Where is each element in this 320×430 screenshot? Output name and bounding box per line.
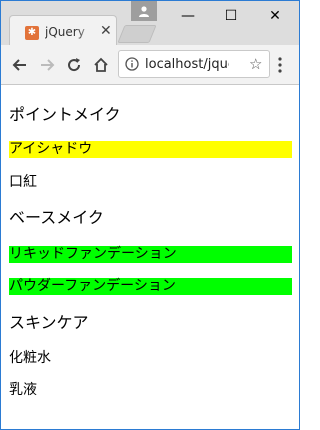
list-item: アイシャドウ: [9, 141, 292, 158]
info-icon[interactable]: [125, 57, 139, 71]
maximize-button[interactable]: ☐: [214, 5, 248, 27]
list-item: リキッドファンデーション: [9, 246, 292, 263]
profile-icon[interactable]: [131, 1, 157, 21]
minimize-button[interactable]: —: [171, 5, 205, 27]
list-item: 乳液: [9, 382, 37, 398]
forward-arrow-icon[interactable]: [38, 56, 56, 74]
favicon-icon: ✱: [25, 26, 39, 40]
url-text: localhost/jque: [145, 57, 229, 72]
browser-toolbar: localhost/jque ☆: [1, 45, 299, 85]
section-heading: ベースメイク: [9, 208, 104, 227]
section-heading: ポイントメイク: [9, 105, 121, 124]
bookmark-star-icon[interactable]: ☆: [249, 55, 262, 73]
address-bar[interactable]: localhost/jque ☆: [118, 50, 270, 78]
title-bar: ✱ jQuery ✕ — ☐ ✕: [1, 1, 299, 45]
list-item: 口紅: [9, 174, 37, 190]
home-icon[interactable]: [92, 56, 110, 74]
browser-window: ✱ jQuery ✕ — ☐ ✕ localhost/jque ☆ ポイントメイ…: [0, 0, 300, 430]
reload-icon[interactable]: [65, 56, 83, 74]
new-tab-button[interactable]: [117, 25, 157, 43]
page-content: ポイントメイク アイシャドウ 口紅 ベースメイク リキッドファンデーション パウ…: [1, 86, 299, 430]
close-window-button[interactable]: ✕: [258, 5, 292, 27]
list-item: 化粧水: [9, 350, 51, 366]
browser-tab[interactable]: ✱ jQuery ✕: [9, 15, 117, 45]
tab-title: jQuery: [45, 25, 93, 39]
list-item: パウダーファンデーション: [9, 278, 292, 295]
tab-close-icon[interactable]: ✕: [100, 23, 112, 39]
back-arrow-icon[interactable]: [11, 56, 29, 74]
section-heading: スキンケア: [9, 313, 89, 332]
menu-dots-icon[interactable]: [277, 57, 283, 73]
